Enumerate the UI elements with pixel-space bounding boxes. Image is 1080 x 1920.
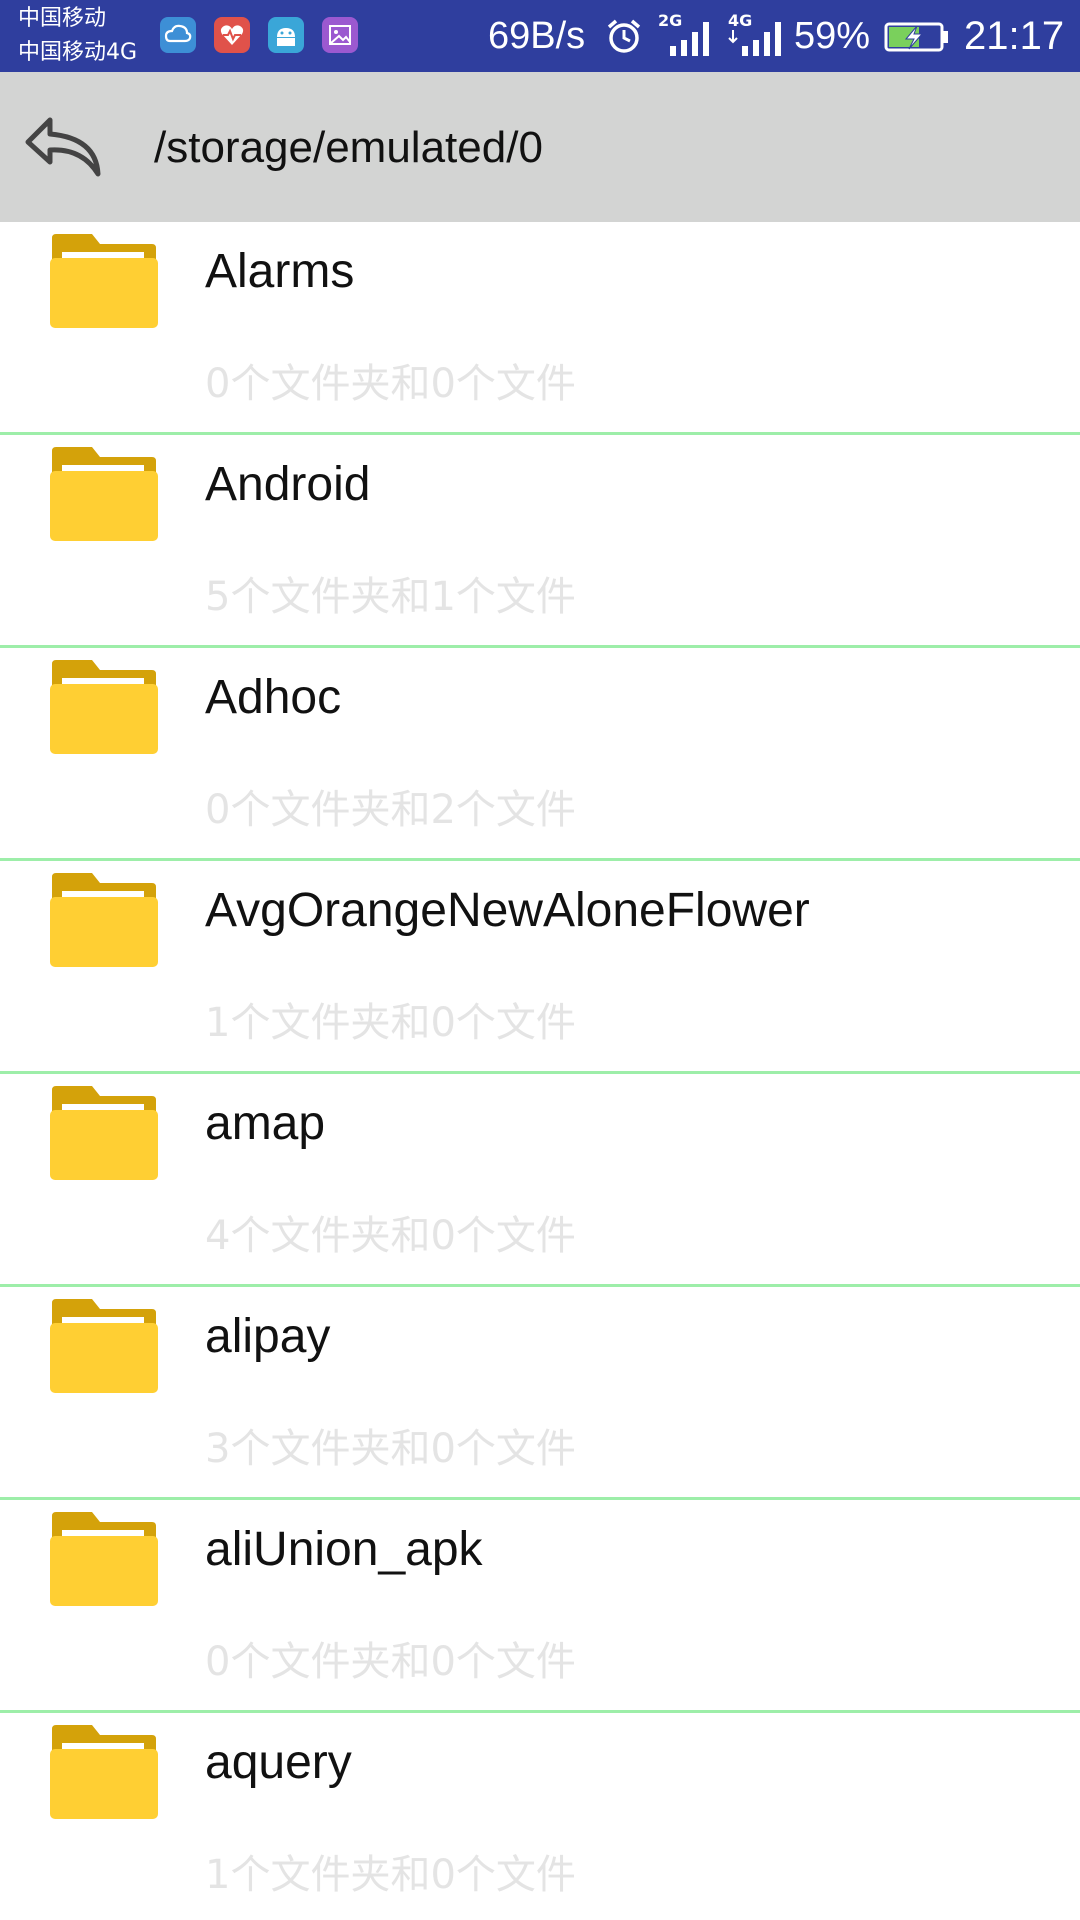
folder-meta: 3个文件夹和0个文件 (205, 1426, 576, 1472)
folder-name: alipay (205, 1310, 331, 1363)
folder-icon (50, 1086, 158, 1180)
folder-item-aquery[interactable]: aquery 1个文件夹和0个文件 (0, 1713, 1080, 1920)
folder-item-avgorangenewaloneflower[interactable]: AvgOrangeNewAloneFlower 1个文件夹和0个文件 (0, 861, 1080, 1074)
folder-icon (50, 660, 158, 754)
file-browser-screen: 中国移动 中国移动4G 69B/s 2G 4G 59% 21:17 /stora… (0, 0, 1080, 1920)
folder-name: Adhoc (205, 671, 342, 724)
health-icon (214, 17, 250, 53)
current-path: /storage/emulated/0 (154, 123, 543, 172)
folder-meta: 1个文件夹和0个文件 (205, 1000, 576, 1046)
folder-meta: 0个文件夹和0个文件 (205, 1639, 576, 1685)
folder-item-aliunion-apk[interactable]: aliUnion_apk 0个文件夹和0个文件 (0, 1500, 1080, 1713)
gallery-icon (322, 17, 358, 53)
folder-name: Alarms (205, 245, 355, 298)
carrier-name-secondary: 中国移动4G (18, 40, 138, 65)
signal-4g-label: 4G (728, 11, 752, 30)
status-bar: 中国移动 中国移动4G 69B/s 2G 4G 59% 21:17 (0, 0, 1080, 72)
clock: 21:17 (964, 14, 1065, 58)
back-button[interactable] (22, 112, 112, 182)
folder-icon (50, 873, 158, 967)
folder-item-alarms[interactable]: Alarms 0个文件夹和0个文件 (0, 222, 1080, 435)
battery-percent: 59% (794, 15, 871, 57)
folder-meta: 1个文件夹和0个文件 (205, 1852, 576, 1898)
alarm-icon (607, 19, 641, 53)
back-arrow-icon (25, 117, 101, 177)
folder-name: Android (205, 458, 371, 511)
carrier-name-primary: 中国移动 (18, 6, 107, 31)
folder-meta: 0个文件夹和0个文件 (205, 361, 576, 407)
path-header: /storage/emulated/0 (0, 72, 1080, 222)
signal-2g-label: 2G (658, 11, 682, 30)
folder-item-amap[interactable]: amap 4个文件夹和0个文件 (0, 1074, 1080, 1287)
folder-item-android[interactable]: Android 5个文件夹和1个文件 (0, 435, 1080, 648)
folder-icon (50, 447, 158, 541)
folder-item-alipay[interactable]: alipay 3个文件夹和0个文件 (0, 1287, 1080, 1500)
signal-2g-icon: 2G (658, 11, 709, 56)
folder-meta: 5个文件夹和1个文件 (205, 574, 576, 620)
folder-name: aliUnion_apk (205, 1523, 483, 1576)
folder-icon (50, 1725, 158, 1819)
battery-charging-icon (884, 22, 948, 52)
folder-icon (50, 234, 158, 328)
folder-meta: 0个文件夹和2个文件 (205, 787, 576, 833)
folder-icon (50, 1512, 158, 1606)
folder-icon (50, 1299, 158, 1393)
folder-name: amap (205, 1097, 326, 1150)
signal-4g-icon: 4G (728, 11, 781, 56)
folder-name: AvgOrangeNewAloneFlower (205, 884, 810, 937)
folder-name: aquery (205, 1736, 352, 1789)
folder-item-adhoc[interactable]: Adhoc 0个文件夹和2个文件 (0, 648, 1080, 861)
network-speed: 69B/s (488, 15, 586, 57)
folder-meta: 4个文件夹和0个文件 (205, 1213, 576, 1259)
file-list[interactable]: Alarms 0个文件夹和0个文件 Android 5个文件夹和1个文件 Adh… (0, 222, 1080, 1920)
cloud-icon (160, 17, 196, 53)
android-icon (268, 17, 304, 53)
